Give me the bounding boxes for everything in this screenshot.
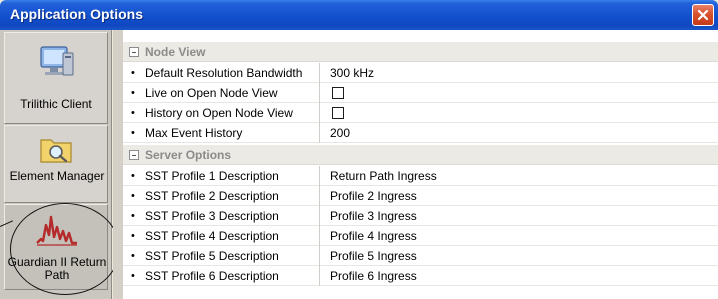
bullet-icon: • bbox=[131, 270, 135, 282]
grid-gutter bbox=[113, 30, 123, 299]
column-divider bbox=[319, 166, 320, 186]
property-row[interactable]: • Live on Open Node View bbox=[123, 83, 718, 103]
column-divider bbox=[319, 123, 320, 143]
property-name: SST Profile 5 Description bbox=[145, 249, 279, 263]
column-divider bbox=[319, 103, 320, 123]
property-name: History on Open Node View bbox=[145, 106, 293, 120]
column-divider bbox=[319, 226, 320, 246]
property-row[interactable]: • SST Profile 2 Description Profile 2 In… bbox=[123, 186, 718, 206]
column-divider bbox=[319, 83, 320, 103]
column-divider bbox=[319, 206, 320, 226]
close-icon bbox=[697, 9, 709, 21]
property-value[interactable]: Profile 6 Ingress bbox=[330, 269, 417, 283]
property-name: SST Profile 2 Description bbox=[145, 189, 279, 203]
column-divider bbox=[319, 266, 320, 286]
property-value[interactable]: Profile 4 Ingress bbox=[330, 229, 417, 243]
bullet-icon: • bbox=[131, 107, 135, 119]
bullet-icon: • bbox=[131, 210, 135, 222]
highlight-circle bbox=[10, 203, 120, 295]
category-server-options[interactable]: Server Options bbox=[123, 145, 718, 165]
property-row[interactable]: • History on Open Node View bbox=[123, 103, 718, 123]
property-name: Max Event History bbox=[145, 126, 243, 140]
property-value[interactable]: Profile 2 Ingress bbox=[330, 189, 417, 203]
category-node-view[interactable]: Node View bbox=[123, 42, 718, 62]
bullet-icon: • bbox=[131, 230, 135, 242]
folder-search-icon bbox=[40, 139, 72, 163]
category-label: Node View bbox=[145, 45, 206, 59]
property-value[interactable]: Profile 5 Ingress bbox=[330, 249, 417, 263]
property-row[interactable]: • SST Profile 6 Description Profile 6 In… bbox=[123, 266, 718, 286]
bullet-icon: • bbox=[131, 190, 135, 202]
bullet-icon: • bbox=[131, 127, 135, 139]
close-button[interactable] bbox=[692, 4, 714, 26]
property-row[interactable]: • SST Profile 1 Description Return Path … bbox=[123, 166, 718, 186]
column-divider bbox=[319, 186, 320, 206]
property-name: SST Profile 6 Description bbox=[145, 269, 279, 283]
live-on-open-checkbox[interactable] bbox=[332, 87, 344, 99]
sidebar-item-element-manager[interactable]: Element Manager bbox=[4, 125, 108, 203]
title-bar[interactable]: Application Options bbox=[0, 0, 718, 30]
property-grid: Node View • Default Resolution Bandwidth… bbox=[113, 30, 718, 299]
application-options-window: Application Options Trilithic Client Ele… bbox=[0, 0, 718, 299]
property-value[interactable]: 300 kHz bbox=[330, 66, 374, 80]
property-row[interactable]: • SST Profile 5 Description Profile 5 In… bbox=[123, 246, 718, 266]
property-name: SST Profile 1 Description bbox=[145, 169, 279, 183]
bullet-icon: • bbox=[131, 87, 135, 99]
bullet-icon: • bbox=[131, 170, 135, 182]
property-value[interactable]: Profile 3 Ingress bbox=[330, 209, 417, 223]
property-row[interactable]: • Max Event History 200 bbox=[123, 123, 718, 143]
collapse-icon[interactable] bbox=[129, 150, 139, 160]
bullet-icon: • bbox=[131, 67, 135, 79]
column-divider bbox=[319, 63, 320, 83]
property-value[interactable]: Return Path Ingress bbox=[330, 169, 437, 183]
category-label: Server Options bbox=[145, 148, 232, 162]
property-name: SST Profile 3 Description bbox=[145, 209, 279, 223]
sidebar-item-label: Element Manager bbox=[9, 169, 105, 183]
collapse-icon[interactable] bbox=[129, 47, 139, 57]
window-title: Application Options bbox=[10, 6, 143, 22]
computer-icon bbox=[40, 46, 74, 76]
property-name: Default Resolution Bandwidth bbox=[145, 66, 303, 80]
property-row[interactable]: • Default Resolution Bandwidth 300 kHz bbox=[123, 63, 718, 83]
column-divider bbox=[319, 246, 320, 266]
property-name: SST Profile 4 Description bbox=[145, 229, 279, 243]
property-row[interactable]: • SST Profile 3 Description Profile 3 In… bbox=[123, 206, 718, 226]
sidebar-item-trilithic-client[interactable]: Trilithic Client bbox=[4, 32, 108, 124]
bullet-icon: • bbox=[131, 250, 135, 262]
history-on-open-checkbox[interactable] bbox=[332, 107, 344, 119]
property-value[interactable]: 200 bbox=[330, 126, 350, 140]
property-row[interactable]: • SST Profile 4 Description Profile 4 In… bbox=[123, 226, 718, 246]
sidebar-item-label: Trilithic Client bbox=[20, 97, 92, 111]
property-name: Live on Open Node View bbox=[145, 86, 278, 100]
